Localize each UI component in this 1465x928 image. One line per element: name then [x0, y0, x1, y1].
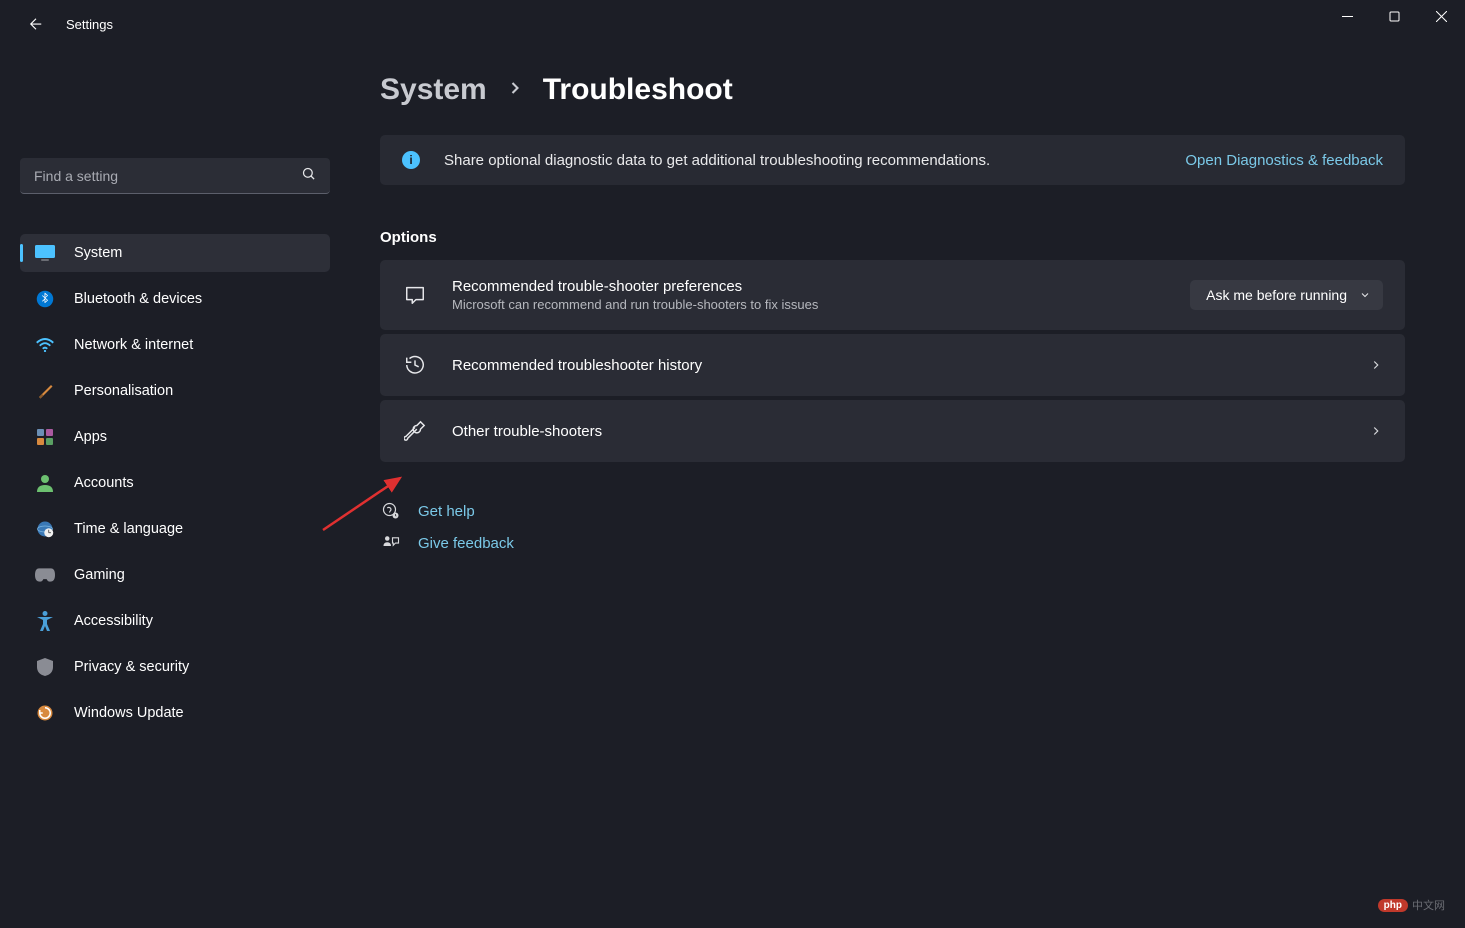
chevron-right-icon [1369, 424, 1383, 438]
info-icon: i [402, 151, 420, 169]
preferences-dropdown[interactable]: Ask me before running [1190, 280, 1383, 310]
sidebar-item-gaming[interactable]: Gaming [20, 556, 330, 594]
sidebar-item-label: Gaming [74, 567, 125, 583]
get-help-link[interactable]: Get help [380, 502, 1405, 520]
section-title: Options [380, 229, 1405, 246]
sidebar-item-update[interactable]: Windows Update [20, 694, 330, 732]
back-button[interactable] [18, 6, 54, 42]
dropdown-value: Ask me before running [1206, 287, 1347, 303]
sidebar-item-accounts[interactable]: Accounts [20, 464, 330, 502]
main-content: System Troubleshoot i Share optional dia… [350, 48, 1465, 928]
give-feedback-link[interactable]: Give feedback [380, 534, 1405, 552]
apps-icon [34, 426, 56, 448]
card-other-troubleshooters[interactable]: Other trouble-shooters [380, 400, 1405, 462]
globe-clock-icon [34, 518, 56, 540]
sidebar-item-label: Network & internet [74, 337, 193, 353]
person-icon [34, 472, 56, 494]
app-title: Settings [66, 17, 113, 32]
sidebar-item-time-language[interactable]: Time & language [20, 510, 330, 548]
open-diagnostics-link[interactable]: Open Diagnostics & feedback [1185, 152, 1383, 169]
sidebar-item-label: Personalisation [74, 383, 173, 399]
sidebar-item-system[interactable]: System [20, 234, 330, 272]
diagnostics-banner: i Share optional diagnostic data to get … [380, 135, 1405, 185]
sidebar-item-network[interactable]: Network & internet [20, 326, 330, 364]
minimize-button[interactable] [1324, 0, 1371, 32]
card-subtitle: Microsoft can recommend and run trouble-… [452, 297, 1190, 312]
paintbrush-icon [34, 380, 56, 402]
sidebar-item-bluetooth[interactable]: Bluetooth & devices [20, 280, 330, 318]
sidebar-item-label: Bluetooth & devices [74, 291, 202, 307]
link-text: Give feedback [418, 535, 514, 552]
help-icon [380, 502, 402, 520]
history-icon [402, 352, 428, 378]
shield-icon [34, 656, 56, 678]
bluetooth-icon [34, 288, 56, 310]
sidebar-item-label: Apps [74, 429, 107, 445]
search-icon [301, 166, 316, 186]
link-text: Get help [418, 503, 475, 520]
card-title: Other trouble-shooters [452, 423, 1369, 440]
sidebar-item-label: Accessibility [74, 613, 153, 629]
banner-text: Share optional diagnostic data to get ad… [444, 152, 1165, 169]
chevron-right-icon [505, 78, 525, 103]
sidebar-item-label: Time & language [74, 521, 183, 537]
search-box[interactable] [20, 158, 330, 194]
sidebar-item-label: System [74, 245, 122, 261]
chevron-right-icon [1369, 358, 1383, 372]
sidebar-item-label: Accounts [74, 475, 134, 491]
sidebar-item-accessibility[interactable]: Accessibility [20, 602, 330, 640]
minimize-icon [1342, 11, 1353, 22]
breadcrumb-current: Troubleshoot [543, 73, 733, 107]
breadcrumb: System Troubleshoot [380, 73, 1405, 107]
update-icon [34, 702, 56, 724]
watermark-badge: php [1378, 899, 1408, 912]
wifi-icon [34, 334, 56, 356]
sidebar: System Bluetooth & devices Network & int… [0, 48, 350, 928]
search-input[interactable] [34, 168, 301, 184]
chevron-down-icon [1359, 289, 1371, 301]
chat-icon [402, 282, 428, 308]
close-icon [1436, 11, 1447, 22]
gamepad-icon [34, 564, 56, 586]
accessibility-icon [34, 610, 56, 632]
sidebar-item-label: Privacy & security [74, 659, 189, 675]
wrench-icon [402, 418, 428, 444]
watermark: php 中文网 [1378, 897, 1445, 913]
breadcrumb-parent[interactable]: System [380, 73, 487, 107]
maximize-button[interactable] [1371, 0, 1418, 32]
arrow-left-icon [27, 15, 45, 33]
feedback-icon [380, 534, 402, 552]
card-title: Recommended troubleshooter history [452, 357, 1369, 374]
monitor-icon [34, 242, 56, 264]
sidebar-item-apps[interactable]: Apps [20, 418, 330, 456]
card-history[interactable]: Recommended troubleshooter history [380, 334, 1405, 396]
maximize-icon [1389, 11, 1400, 22]
sidebar-item-personalisation[interactable]: Personalisation [20, 372, 330, 410]
watermark-text: 中文网 [1412, 897, 1445, 913]
sidebar-item-label: Windows Update [74, 705, 184, 721]
card-preferences[interactable]: Recommended trouble-shooter preferences … [380, 260, 1405, 330]
sidebar-item-privacy[interactable]: Privacy & security [20, 648, 330, 686]
card-title: Recommended trouble-shooter preferences [452, 278, 1190, 295]
close-button[interactable] [1418, 0, 1465, 32]
